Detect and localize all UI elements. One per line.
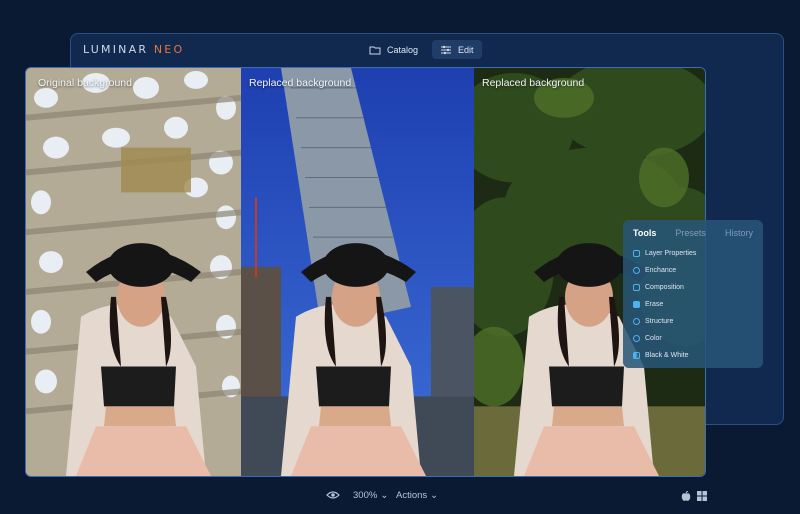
tool-enhance[interactable]: Enchance: [633, 262, 753, 279]
tab-presets[interactable]: Presets: [675, 228, 706, 238]
tool-erase[interactable]: Erase: [633, 296, 753, 313]
erase-icon: [633, 301, 640, 308]
chevron-down-icon: ⌄: [380, 490, 389, 501]
sliders-icon: [441, 45, 452, 54]
tab-history[interactable]: History: [725, 228, 753, 238]
zoom-level: 300%: [353, 490, 378, 501]
color-icon: [633, 335, 640, 342]
original-photo: [26, 68, 241, 476]
tool-label: Layer Properties: [645, 250, 697, 257]
tool-label: Enchance: [645, 267, 677, 274]
original-photo-panel: Original background: [26, 68, 241, 476]
panel-label-original: Original background: [38, 77, 132, 89]
actions-label: Actions: [396, 490, 428, 501]
platform-icons: [681, 491, 707, 502]
layer-properties-icon: [633, 250, 640, 257]
photo-canvas[interactable]: Original background Replaced background: [25, 67, 706, 477]
folder-icon: [369, 46, 381, 54]
windows-icon: [697, 491, 707, 501]
tools-panel: Tools Presets History Layer Properties E…: [623, 220, 763, 368]
panel-label-replaced-2: Replaced background: [482, 77, 585, 89]
edit-label: Edit: [458, 44, 474, 55]
tool-label: Black & White: [645, 352, 689, 359]
brand-name: LUMINAR: [83, 43, 149, 56]
tool-label: Structure: [645, 318, 674, 325]
replaced-photo-panel-city: Replaced background: [241, 68, 474, 476]
catalog-label: Catalog: [387, 44, 419, 55]
edit-tab[interactable]: Edit: [432, 40, 482, 59]
apple-icon: [681, 491, 691, 501]
panel-label-replaced-1: Replaced background: [249, 77, 352, 89]
tool-black-white[interactable]: Black & White: [633, 347, 753, 364]
brand-accent: NEO: [148, 43, 185, 56]
tab-tools[interactable]: Tools: [633, 228, 656, 238]
bottom-toolbar: 300% ⌄ Actions ⌄: [0, 488, 800, 506]
tool-label: Color: [645, 335, 662, 342]
zoom-dropdown[interactable]: 300% ⌄: [353, 490, 388, 501]
tool-label: Composition: [645, 284, 684, 291]
top-navigation: Catalog Edit: [361, 40, 482, 59]
app-logo: LUMINAR NEO: [83, 43, 184, 56]
tool-layer-properties[interactable]: Layer Properties: [633, 245, 753, 262]
tool-color[interactable]: Color: [633, 330, 753, 347]
city-photo: [241, 68, 474, 476]
tools-tabs: Tools Presets History: [633, 228, 753, 238]
tool-structure[interactable]: Structure: [633, 313, 753, 330]
composition-icon: [633, 284, 640, 291]
catalog-tab[interactable]: Catalog: [361, 40, 426, 59]
tool-composition[interactable]: Composition: [633, 279, 753, 296]
chevron-down-icon: ⌄: [430, 490, 439, 501]
structure-icon: [633, 318, 640, 325]
tool-label: Erase: [645, 301, 664, 308]
preview-toggle[interactable]: [326, 490, 340, 500]
enhance-icon: [633, 267, 640, 274]
black-white-icon: [633, 352, 640, 359]
actions-dropdown[interactable]: Actions ⌄: [396, 490, 438, 501]
eye-icon: [326, 491, 340, 499]
